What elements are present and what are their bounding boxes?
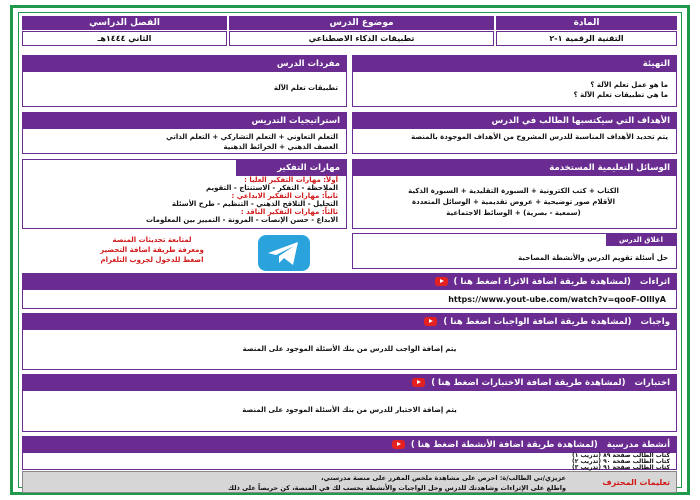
enrichment-header: اثراءات (لمشاهدة طريقة اضافة الاثراء اضغ… — [23, 274, 676, 290]
youtube-icon[interactable] — [412, 378, 426, 387]
strategies-line-2: العصف الذهني + الخرائط الذهنية — [223, 143, 338, 151]
vocabulary-section: مفردات الدرس تطبيقات تعلم الآلة — [22, 55, 347, 107]
youtube-icon[interactable] — [424, 317, 438, 326]
strategies-line-1: التعلم التعاوني + التعلم التشاركي + التع… — [166, 133, 338, 141]
activities-header: أنشطة مدرسية (لمشاهدة طريقة اضافة الأنشط… — [23, 437, 676, 453]
vocabulary-title: مفردات الدرس — [23, 56, 346, 72]
activities-title: أنشطة مدرسية — [606, 440, 670, 450]
footer-bar: تعليمات المحترف عزيزي/تي الطالب/ة: احرص … — [22, 471, 677, 493]
strategies-section: استراتيجيات التدريس التعلم التعاوني + ال… — [22, 112, 347, 154]
thinking-line-6: الابداع - حسن الإنصات - المرونة - التميي… — [145, 216, 338, 224]
activities-section: أنشطة مدرسية (لمشاهدة طريقة اضافة الأنشط… — [22, 436, 677, 471]
telegram-icon[interactable] — [254, 233, 314, 271]
header-topic-label: موضوع الدرس — [229, 16, 494, 30]
objectives-title: الأهداف التي سيكتسبها الطالب في الدرس — [353, 113, 676, 129]
header-term-value: الثاني ١٤٤٤هـ — [22, 31, 227, 46]
footer-line-2: واطلع على الإثراءات وشاهدتك للدرس وحل ال… — [228, 484, 566, 492]
enrichment-section: اثراءات (لمشاهدة طريقة اضافة الاثراء اضغ… — [22, 273, 677, 309]
tests-text: يتم إضافة الاختبار للدرس من بنك الأسئلة … — [242, 406, 457, 414]
closing-section: اغلاق الدرس حل أسئلة تقويم الدرس والأنشط… — [352, 233, 677, 269]
objectives-section: الأهداف التي سيكتسبها الطالب في الدرس يت… — [352, 112, 677, 154]
vocabulary-text: تطبيقات تعلم الآلة — [273, 84, 338, 92]
thinking-line-1: أولاً: مهارات التفكير العليا : — [244, 176, 338, 184]
closing-title: اغلاق الدرس — [606, 234, 676, 246]
tests-section: اختبارات (لمشاهدة طريقة اضافة الاختبارات… — [22, 374, 677, 432]
intro-line-1: ما هو عمل تعلم الآلة ؟ — [590, 81, 668, 89]
tests-header: اختبارات (لمشاهدة طريقة اضافة الاختبارات… — [23, 375, 676, 391]
telegram-line-1: لمتابعة تحديثات المنصة — [112, 236, 192, 244]
thinking-section: مهارات التفكير أولاً: مهارات التفكير الع… — [22, 159, 347, 229]
intro-section: التهيئة ما هو عمل تعلم الآلة ؟ ما هي تطب… — [352, 55, 677, 107]
thinking-line-2: الملاحظة - التفكر - الاستنتاج - التقويم — [205, 184, 338, 192]
header-subject-label: المادة — [496, 16, 677, 30]
enrichment-url[interactable]: https://www.yout-ube.com/watch?v=qooF-Ol… — [448, 294, 666, 306]
enrichment-link[interactable]: (لمشاهدة طريقة اضافة الاثراء اضغط هنا ) — [453, 277, 630, 287]
objectives-text: يتم تحديد الأهداف المناسبة للدرس المشروح… — [411, 133, 668, 141]
lesson-plan-page: المادة موضوع الدرس الفصل الدراسي التقنية… — [10, 5, 690, 495]
aids-title: الوسائل التعليمية المستخدمة — [353, 160, 676, 176]
page-inner-frame: المادة موضوع الدرس الفصل الدراسي التقنية… — [18, 12, 682, 493]
youtube-icon[interactable] — [391, 440, 405, 449]
telegram-line-3: اضغط للدخول لجروب التلغرام — [100, 256, 204, 264]
intro-line-2: ما هي تطبيقات تعلم الآلة ؟ — [573, 91, 668, 99]
header-topic-value: تطبيقات الذكاء الاصطناعي — [229, 31, 494, 46]
thinking-title: مهارات التفكير — [236, 160, 346, 176]
header-term-label: الفصل الدراسي — [22, 16, 227, 30]
homework-section: واجبات (لمشاهدة طريقة اضافة الواجبات اضغ… — [22, 313, 677, 370]
enrichment-title: اثراءات — [639, 277, 670, 287]
thinking-line-3: ثانياً: مهارات التفكير الابداعي : — [231, 192, 338, 200]
footer-line-1: عزيزي/تي الطالب/ة: احرص على مشاهدة ملخص … — [321, 474, 566, 482]
telegram-line-2: ومعرفة طريقة اضافة التحضير — [100, 246, 204, 254]
homework-header: واجبات (لمشاهدة طريقة اضافة الواجبات اضغ… — [23, 314, 676, 330]
thinking-line-5: ثالثاً: مهارات التفكير الناقد : — [240, 208, 338, 216]
aids-line-3: (سمعية - بصرية) + الوسائط الاجتماعية — [446, 209, 581, 217]
footer-label: تعليمات المحترف — [602, 478, 670, 487]
tests-link[interactable]: (لمشاهدة طريقة اضافة الاختبارات اضغط هنا… — [431, 378, 625, 388]
aids-line-2: الأقلام صور توضيحية + عروض تقديمية + الو… — [412, 198, 615, 206]
aids-section: الوسائل التعليمية المستخدمة الكتاب + كتب… — [352, 159, 677, 229]
homework-title: واجبات — [640, 317, 670, 327]
youtube-icon[interactable] — [434, 277, 448, 286]
intro-title: التهيئة — [353, 56, 676, 72]
activities-link[interactable]: (لمشاهدة طريقة اضافة الأنشطة اضغط هنا ) — [411, 440, 598, 450]
strategies-title: استراتيجيات التدريس — [23, 113, 346, 129]
telegram-promo[interactable]: لمتابعة تحديثات المنصة ومعرفة طريقة اضاف… — [22, 231, 347, 273]
header-subject-value: التقنية الرقمية ١-٢ — [496, 31, 677, 46]
thinking-line-4: التحليل - التلاقح الذهني - التنظيم - طرح… — [171, 200, 338, 208]
homework-link[interactable]: (لمشاهدة طريقة اضافة الواجبات اضغط هنا ) — [443, 317, 631, 327]
homework-text: يتم إضافة الواجب للدرس من بنك الأسئلة ال… — [242, 345, 457, 353]
closing-text: حل أسئلة تقويم الدرس والأنشطة المصاحبة — [518, 254, 668, 262]
tests-title: اختبارات — [634, 378, 670, 388]
aids-line-1: الكتاب + كتب الكترونية + السبورة التقليد… — [408, 187, 619, 195]
